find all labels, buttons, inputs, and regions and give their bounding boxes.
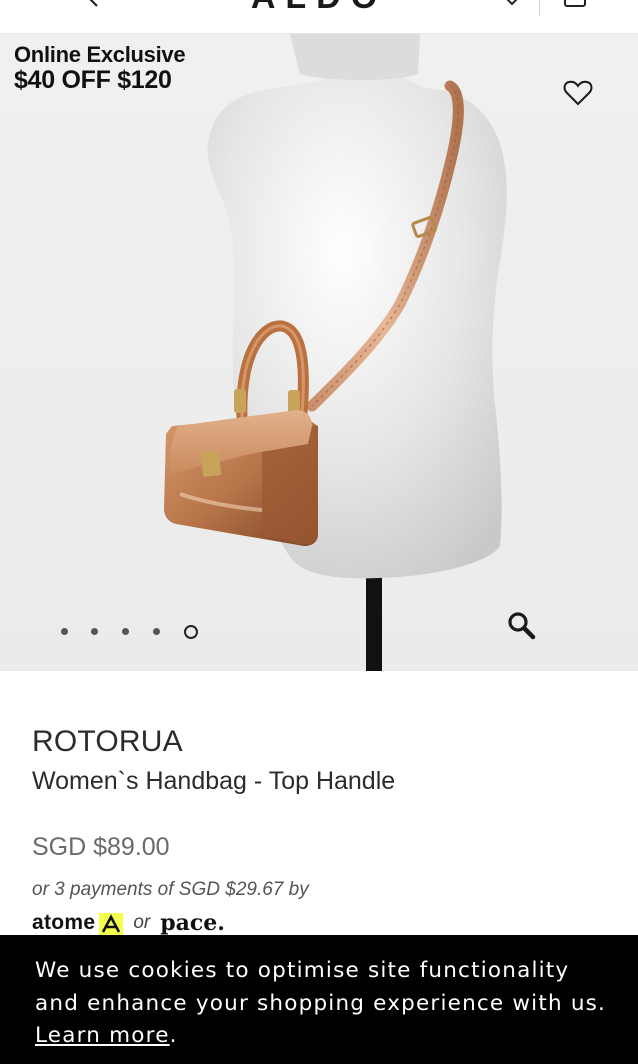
cookie-text: We use cookies to optimise site function… (35, 958, 607, 1016)
product-image-carousel[interactable]: Online Exclusive $40 OFF $120 (0, 34, 638, 671)
top-nav-bar: ALDO (0, 0, 638, 34)
product-details: ROTORUA Women`s Handbag - Top Handle SGD… (32, 724, 612, 938)
heart-icon (563, 80, 593, 106)
carousel-dot-active[interactable] (184, 625, 198, 639)
carousel-dot[interactable] (91, 628, 98, 635)
learn-more-link[interactable]: Learn more (35, 1023, 170, 1048)
carousel-dot[interactable] (122, 628, 129, 635)
cookie-banner: We use cookies to optimise site function… (0, 935, 638, 1064)
heart-outline-icon (506, 0, 518, 6)
product-price: SGD $89.00 (32, 833, 170, 861)
promo-badge: Online Exclusive $40 OFF $120 (14, 42, 186, 94)
add-to-wishlist-button[interactable] (562, 78, 594, 108)
cookie-trailing: . (169, 1023, 178, 1048)
brand-logo[interactable]: ALDO (0, 0, 638, 17)
promo-line2: $40 OFF $120 (14, 66, 172, 94)
product-photo (164, 34, 507, 671)
shopping-bag-icon (564, 0, 586, 7)
search-icon (508, 612, 536, 640)
product-name: ROTORUA (32, 725, 183, 758)
cart-button[interactable] (560, 0, 590, 10)
promo-line1: Online Exclusive (14, 42, 186, 67)
zoom-button[interactable] (506, 610, 538, 642)
or-separator: or (133, 912, 151, 933)
product-subtitle: Women`s Handbag - Top Handle (32, 767, 396, 795)
carousel-dot[interactable] (61, 628, 68, 635)
nav-divider (539, 0, 540, 16)
installment-text: or 3 payments of SGD $29.67 by (32, 879, 309, 900)
wishlist-nav-button[interactable] (502, 0, 522, 6)
carousel-dot[interactable] (153, 628, 160, 635)
payment-providers: atome or pace. (32, 908, 612, 938)
atome-logo[interactable]: atome (32, 911, 95, 935)
atome-mark-icon (99, 913, 124, 935)
pace-logo[interactable]: pace. (160, 910, 225, 936)
